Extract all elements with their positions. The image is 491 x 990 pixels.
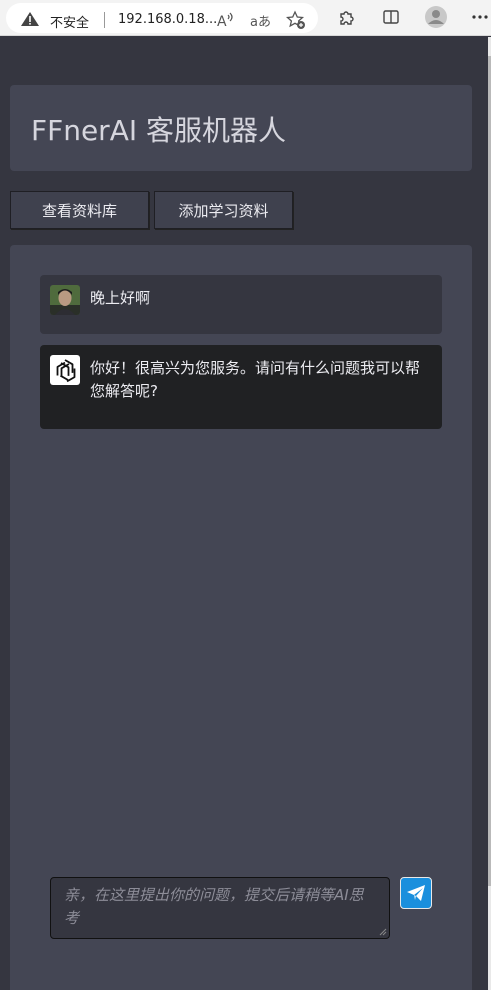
add-material-button[interactable]: 添加学习资料 (154, 191, 293, 229)
security-status[interactable]: 不安全 (50, 12, 89, 31)
read-aloud-icon[interactable]: A (216, 10, 234, 30)
address-divider (104, 12, 105, 28)
split-screen-icon[interactable] (381, 7, 401, 27)
url-text[interactable]: 192.168.0.18... (118, 12, 217, 27)
user-message: 晚上好啊 (40, 275, 442, 334)
warning-icon (21, 12, 39, 26)
user-avatar (50, 285, 80, 315)
svg-text:A: A (217, 14, 227, 28)
chat-panel: 晚上好啊 你好！很高兴为您服务。请问有什么问题我可以帮您解答呢? 亲，在这里提出… (10, 245, 472, 990)
question-input[interactable]: 亲，在这里提出你的问题，提交后请稍等AI思考 (50, 877, 390, 939)
send-button[interactable] (400, 877, 432, 909)
view-library-button[interactable]: 查看资料库 (10, 191, 149, 229)
address-bar[interactable]: 不安全 192.168.0.18... A aあ (6, 3, 318, 33)
question-input-placeholder: 亲，在这里提出你的问题，提交后请稍等AI思考 (64, 886, 364, 927)
profile-avatar-icon[interactable] (424, 6, 448, 28)
translate-label: aあ (250, 14, 271, 30)
more-menu-icon[interactable] (472, 7, 488, 27)
page-title: FFnerAI 客服机器人 (31, 114, 287, 147)
assistant-message-text: 你好！很高兴为您服务。请问有什么问题我可以帮您解答呢? (90, 359, 421, 400)
extensions-icon[interactable] (337, 7, 357, 27)
browser-toolbar: 不安全 192.168.0.18... A aあ (0, 0, 491, 36)
user-message-text: 晚上好啊 (90, 289, 151, 307)
assistant-message: 你好！很高兴为您服务。请问有什么问题我可以帮您解答呢? (40, 345, 442, 429)
openai-logo-icon (50, 355, 80, 385)
header-card: FFnerAI 客服机器人 (10, 85, 472, 171)
translate-icon[interactable]: aあ (250, 10, 271, 30)
resize-grip-icon[interactable] (379, 928, 387, 936)
paper-plane-icon (407, 885, 425, 901)
favorite-add-icon[interactable] (286, 10, 306, 30)
